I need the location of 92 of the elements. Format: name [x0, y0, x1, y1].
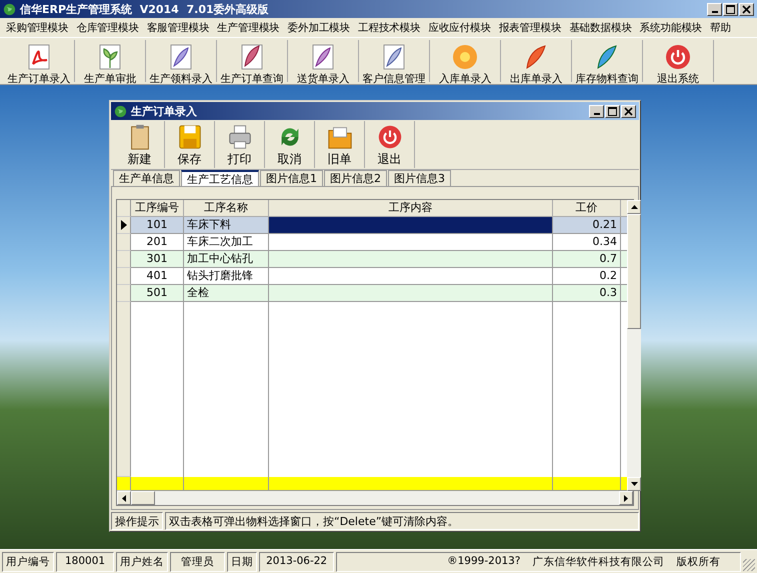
window-title: 生产订单录入 [131, 104, 197, 118]
tab[interactable]: 图片信息2 [324, 170, 387, 186]
column-header[interactable]: 工价 [553, 200, 621, 217]
vertical-scrollbar[interactable] [627, 200, 641, 491]
menu-item[interactable]: 仓库管理模块 [72, 20, 143, 34]
close-button[interactable] [739, 2, 754, 16]
toolbar-button[interactable]: 退出 [365, 121, 415, 168]
table-cell[interactable] [269, 285, 553, 302]
table-cell[interactable]: 加工中心钻孔 [184, 251, 269, 268]
tab[interactable]: 生产单信息 [113, 170, 180, 186]
power-icon [663, 42, 693, 72]
menu-item[interactable]: 采购管理模块 [2, 20, 72, 34]
scroll-right-button[interactable] [619, 491, 633, 505]
toolbar-button[interactable]: 生产订单查询 [217, 40, 288, 82]
copyright-text: ®1999-2013? [447, 554, 520, 568]
tab[interactable]: 生产工艺信息 [181, 170, 259, 186]
menu-item[interactable]: 应收应付模块 [424, 20, 495, 34]
close-icon [742, 4, 751, 14]
maximize-button[interactable] [605, 104, 620, 118]
close-icon [624, 106, 633, 116]
toolbar-button[interactable]: 入库单录入 [430, 40, 501, 82]
status-label: 用户姓名 [116, 552, 168, 572]
minimize-icon [594, 113, 600, 115]
toolbar-button[interactable]: 送货单录入 [288, 40, 359, 82]
scroll-thumb[interactable] [627, 214, 641, 329]
toolbar-button[interactable]: 退出系统 [643, 40, 714, 82]
status-label: 日期 [227, 552, 258, 572]
tab[interactable]: 图片信息3 [388, 170, 451, 186]
scroll-thumb[interactable] [131, 491, 155, 505]
flower-icon [450, 42, 480, 72]
minimize-button[interactable] [707, 2, 722, 16]
globe-icon [3, 2, 16, 16]
toolbar-button[interactable]: 生产领料录入 [146, 40, 217, 82]
table-cell[interactable]: 301 [131, 251, 184, 268]
minimize-button[interactable] [589, 104, 604, 118]
menu-item[interactable]: 客服管理模块 [142, 20, 214, 34]
maximize-icon [726, 4, 735, 14]
menu-item[interactable]: 工程技术模块 [354, 20, 424, 34]
window-title: 信华ERP生产管理系统 V2014 7.01委外高级版 [20, 2, 269, 16]
scroll-up-button[interactable] [627, 200, 641, 214]
table-cell[interactable]: 101 [131, 217, 184, 234]
hint-label: 操作提示 [111, 512, 163, 530]
table-cell[interactable]: 0.21 [553, 217, 621, 234]
resize-grip-icon [743, 559, 755, 571]
table-cell[interactable]: 0.7 [553, 251, 621, 268]
menu-item[interactable]: 基础数据模块 [565, 20, 636, 34]
table-cell[interactable] [269, 251, 553, 268]
status-value: 2013-06-22 [259, 552, 334, 572]
menu-item[interactable]: 帮助 [706, 20, 735, 34]
column-header[interactable]: 工序名称 [184, 200, 269, 217]
toolbar-button[interactable]: 旧单 [315, 121, 365, 168]
left-arrow-icon [122, 494, 126, 502]
toolbar-button[interactable]: 生产订单录入 [4, 40, 75, 82]
column-header[interactable]: 工序内容 [269, 200, 553, 217]
toolbar-button[interactable]: 保存 [165, 121, 215, 168]
menu-item[interactable]: 系统功能模块 [636, 20, 706, 34]
table-cell[interactable] [269, 217, 553, 234]
company-name: 广东信华软件科技有限公司 [532, 554, 664, 568]
status-value: 180001 [56, 552, 114, 572]
table-cell[interactable]: 0.3 [553, 285, 621, 302]
right-arrow-icon [624, 494, 628, 502]
toolbar-button[interactable]: 库存物料查询 [572, 40, 643, 82]
minimize-icon [712, 11, 718, 13]
menu-item[interactable]: 委外加工模块 [284, 20, 354, 34]
close-button[interactable] [621, 104, 636, 118]
toolbar-button[interactable]: 取消 [265, 121, 315, 168]
globe-icon [114, 104, 127, 118]
up-arrow-icon [630, 205, 638, 209]
menu-item[interactable]: 生产管理模块 [213, 20, 284, 34]
table-cell[interactable]: 501 [131, 285, 184, 302]
column-header[interactable]: 工序编号 [131, 200, 184, 217]
down-arrow-icon [630, 482, 638, 486]
table-cell[interactable]: 车床下料 [184, 217, 269, 234]
hint-text: 双击表格可弹出物料选择窗口，按“Delete”键可清除内容。 [165, 512, 639, 530]
horizontal-scrollbar[interactable] [117, 491, 633, 505]
scroll-down-button[interactable] [627, 477, 641, 491]
maximize-icon [608, 106, 617, 116]
menu-item[interactable]: 报表管理模块 [494, 20, 566, 34]
scroll-left-button[interactable] [117, 491, 131, 505]
status-label: 用户编号 [2, 552, 54, 572]
maximize-button[interactable] [723, 2, 738, 16]
table-cell[interactable]: 全检 [184, 285, 269, 302]
toolbar-button[interactable]: 新建 [115, 121, 165, 168]
rights-text: 版权所有 [676, 554, 720, 568]
status-value: 管理员 [170, 552, 226, 572]
toolbar-button[interactable]: 客户信息管理 [359, 40, 430, 82]
column-header [621, 200, 627, 217]
toolbar-button[interactable]: 生产单审批 [75, 40, 146, 82]
toolbar-button[interactable]: 出库单录入 [501, 40, 572, 82]
tab[interactable]: 图片信息1 [260, 170, 323, 186]
toolbar-button[interactable]: 打印 [215, 121, 265, 168]
row-header [117, 200, 131, 217]
